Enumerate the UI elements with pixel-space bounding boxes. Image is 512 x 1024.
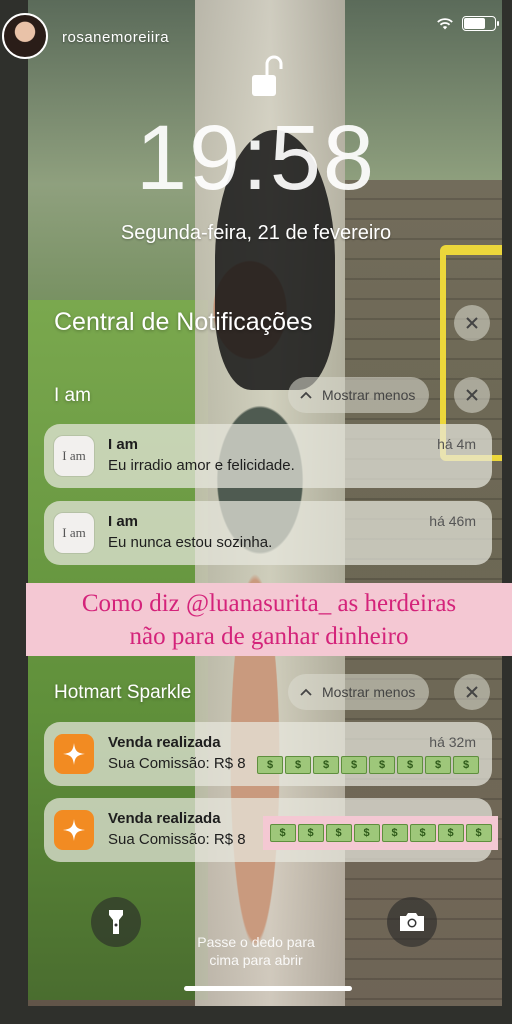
- i-am-app-icon: I am: [54, 436, 94, 476]
- clear-group-button-hotmart[interactable]: [454, 674, 490, 710]
- notification-title: I am: [108, 513, 139, 530]
- sparkle-app-icon: [54, 810, 94, 850]
- money-bill-icon: $: [425, 756, 451, 774]
- money-bill-icon: $: [437, 824, 464, 842]
- notification-title: I am: [108, 436, 139, 453]
- close-icon: [466, 389, 478, 401]
- show-less-label: Mostrar menos: [322, 387, 416, 403]
- money-bill-icon: $: [381, 824, 408, 842]
- money-bill-icon: $: [453, 756, 479, 774]
- notification-center-title: Central de Notificações: [54, 308, 313, 336]
- sparkle-app-icon: [54, 734, 94, 774]
- avatar[interactable]: [2, 13, 48, 59]
- show-less-button-i-am[interactable]: Mostrar menos: [288, 377, 430, 413]
- money-bill-icon: $: [353, 824, 380, 842]
- notification-card[interactable]: Venda realizada Sua Comissão: R$ 8 há 32…: [44, 722, 492, 786]
- money-bill-icon: $: [465, 824, 492, 842]
- clear-all-button[interactable]: [454, 305, 490, 341]
- money-bill-icon: $: [257, 756, 283, 774]
- money-sticker-box: $ $ $ $ $ $ $ $: [263, 816, 498, 850]
- show-less-label: Mostrar menos: [322, 684, 416, 700]
- notification-time: há 46m: [429, 513, 476, 529]
- home-indicator[interactable]: [184, 986, 352, 991]
- money-bill-icon: $: [313, 756, 339, 774]
- sparkle-icon: [63, 819, 85, 841]
- notification-body: Eu nunca estou sozinha.: [108, 534, 273, 551]
- money-bill-icon: $: [409, 824, 436, 842]
- group-title-hotmart: Hotmart Sparkle: [54, 682, 192, 703]
- money-bill-icon: $: [341, 756, 367, 774]
- group-title-i-am: I am: [54, 385, 91, 406]
- notification-card[interactable]: I am I am Eu irradio amor e felicidade. …: [44, 424, 492, 488]
- close-icon: [466, 317, 478, 329]
- clear-group-button-i-am[interactable]: [454, 377, 490, 413]
- frame-bottom: [0, 1006, 512, 1024]
- money-bill-icon: $: [285, 756, 311, 774]
- show-less-button-hotmart[interactable]: Mostrar menos: [288, 674, 430, 710]
- date: Segunda-feira, 21 de fevereiro: [120, 222, 392, 244]
- username[interactable]: rosanemoreiira: [62, 29, 169, 46]
- notification-time: há 4m: [437, 436, 476, 452]
- money-bill-icon: $: [397, 756, 423, 774]
- i-am-app-icon: I am: [54, 513, 94, 553]
- sparkle-icon: [63, 743, 85, 765]
- camera-icon: [400, 913, 424, 931]
- chevron-up-icon: [300, 688, 312, 696]
- chevron-up-icon: [300, 391, 312, 399]
- notification-title: Venda realizada: [108, 810, 221, 827]
- swipe-hint: Passe o dedo para cima para abrir: [0, 933, 512, 969]
- caption-line-2: não para de ganhar dinheiro: [129, 623, 409, 650]
- notification-body: Sua Comissão: R$ 8: [108, 831, 246, 848]
- notification-body: Eu irradio amor e felicidade.: [108, 457, 295, 474]
- caption-line-1: Como diz @luanasurita_ as herdeiras: [81, 590, 457, 617]
- battery-icon: [462, 16, 499, 31]
- lock-screen: rosanemoreiira 19:58 Segunda-feira, 21 d…: [0, 0, 512, 1024]
- status-icons: [436, 16, 499, 31]
- money-bill-icon: $: [325, 824, 352, 842]
- notification-title: Venda realizada: [108, 734, 221, 751]
- money-bill-icon: $: [369, 756, 395, 774]
- unlocked-padlock-icon: [252, 55, 283, 96]
- notification-body: Sua Comissão: R$ 8: [108, 755, 246, 772]
- notification-card[interactable]: I am I am Eu nunca estou sozinha. há 46m: [44, 501, 492, 565]
- swipe-hint-line-2: cima para abrir: [209, 952, 303, 968]
- money-bill-icon: $: [297, 824, 324, 842]
- story-caption: Como diz @luanasurita_ as herdeiras não …: [26, 583, 512, 656]
- money-bill-icon: $: [269, 824, 296, 842]
- money-sticker-row: $ $ $ $ $ $ $ $: [257, 756, 479, 774]
- clock: 19:58: [135, 107, 377, 209]
- wifi-icon: [437, 17, 453, 29]
- close-icon: [466, 686, 478, 698]
- flashlight-icon: [109, 910, 123, 934]
- swipe-hint-line-1: Passe o dedo para: [197, 934, 315, 950]
- notification-time: há 32m: [429, 734, 476, 750]
